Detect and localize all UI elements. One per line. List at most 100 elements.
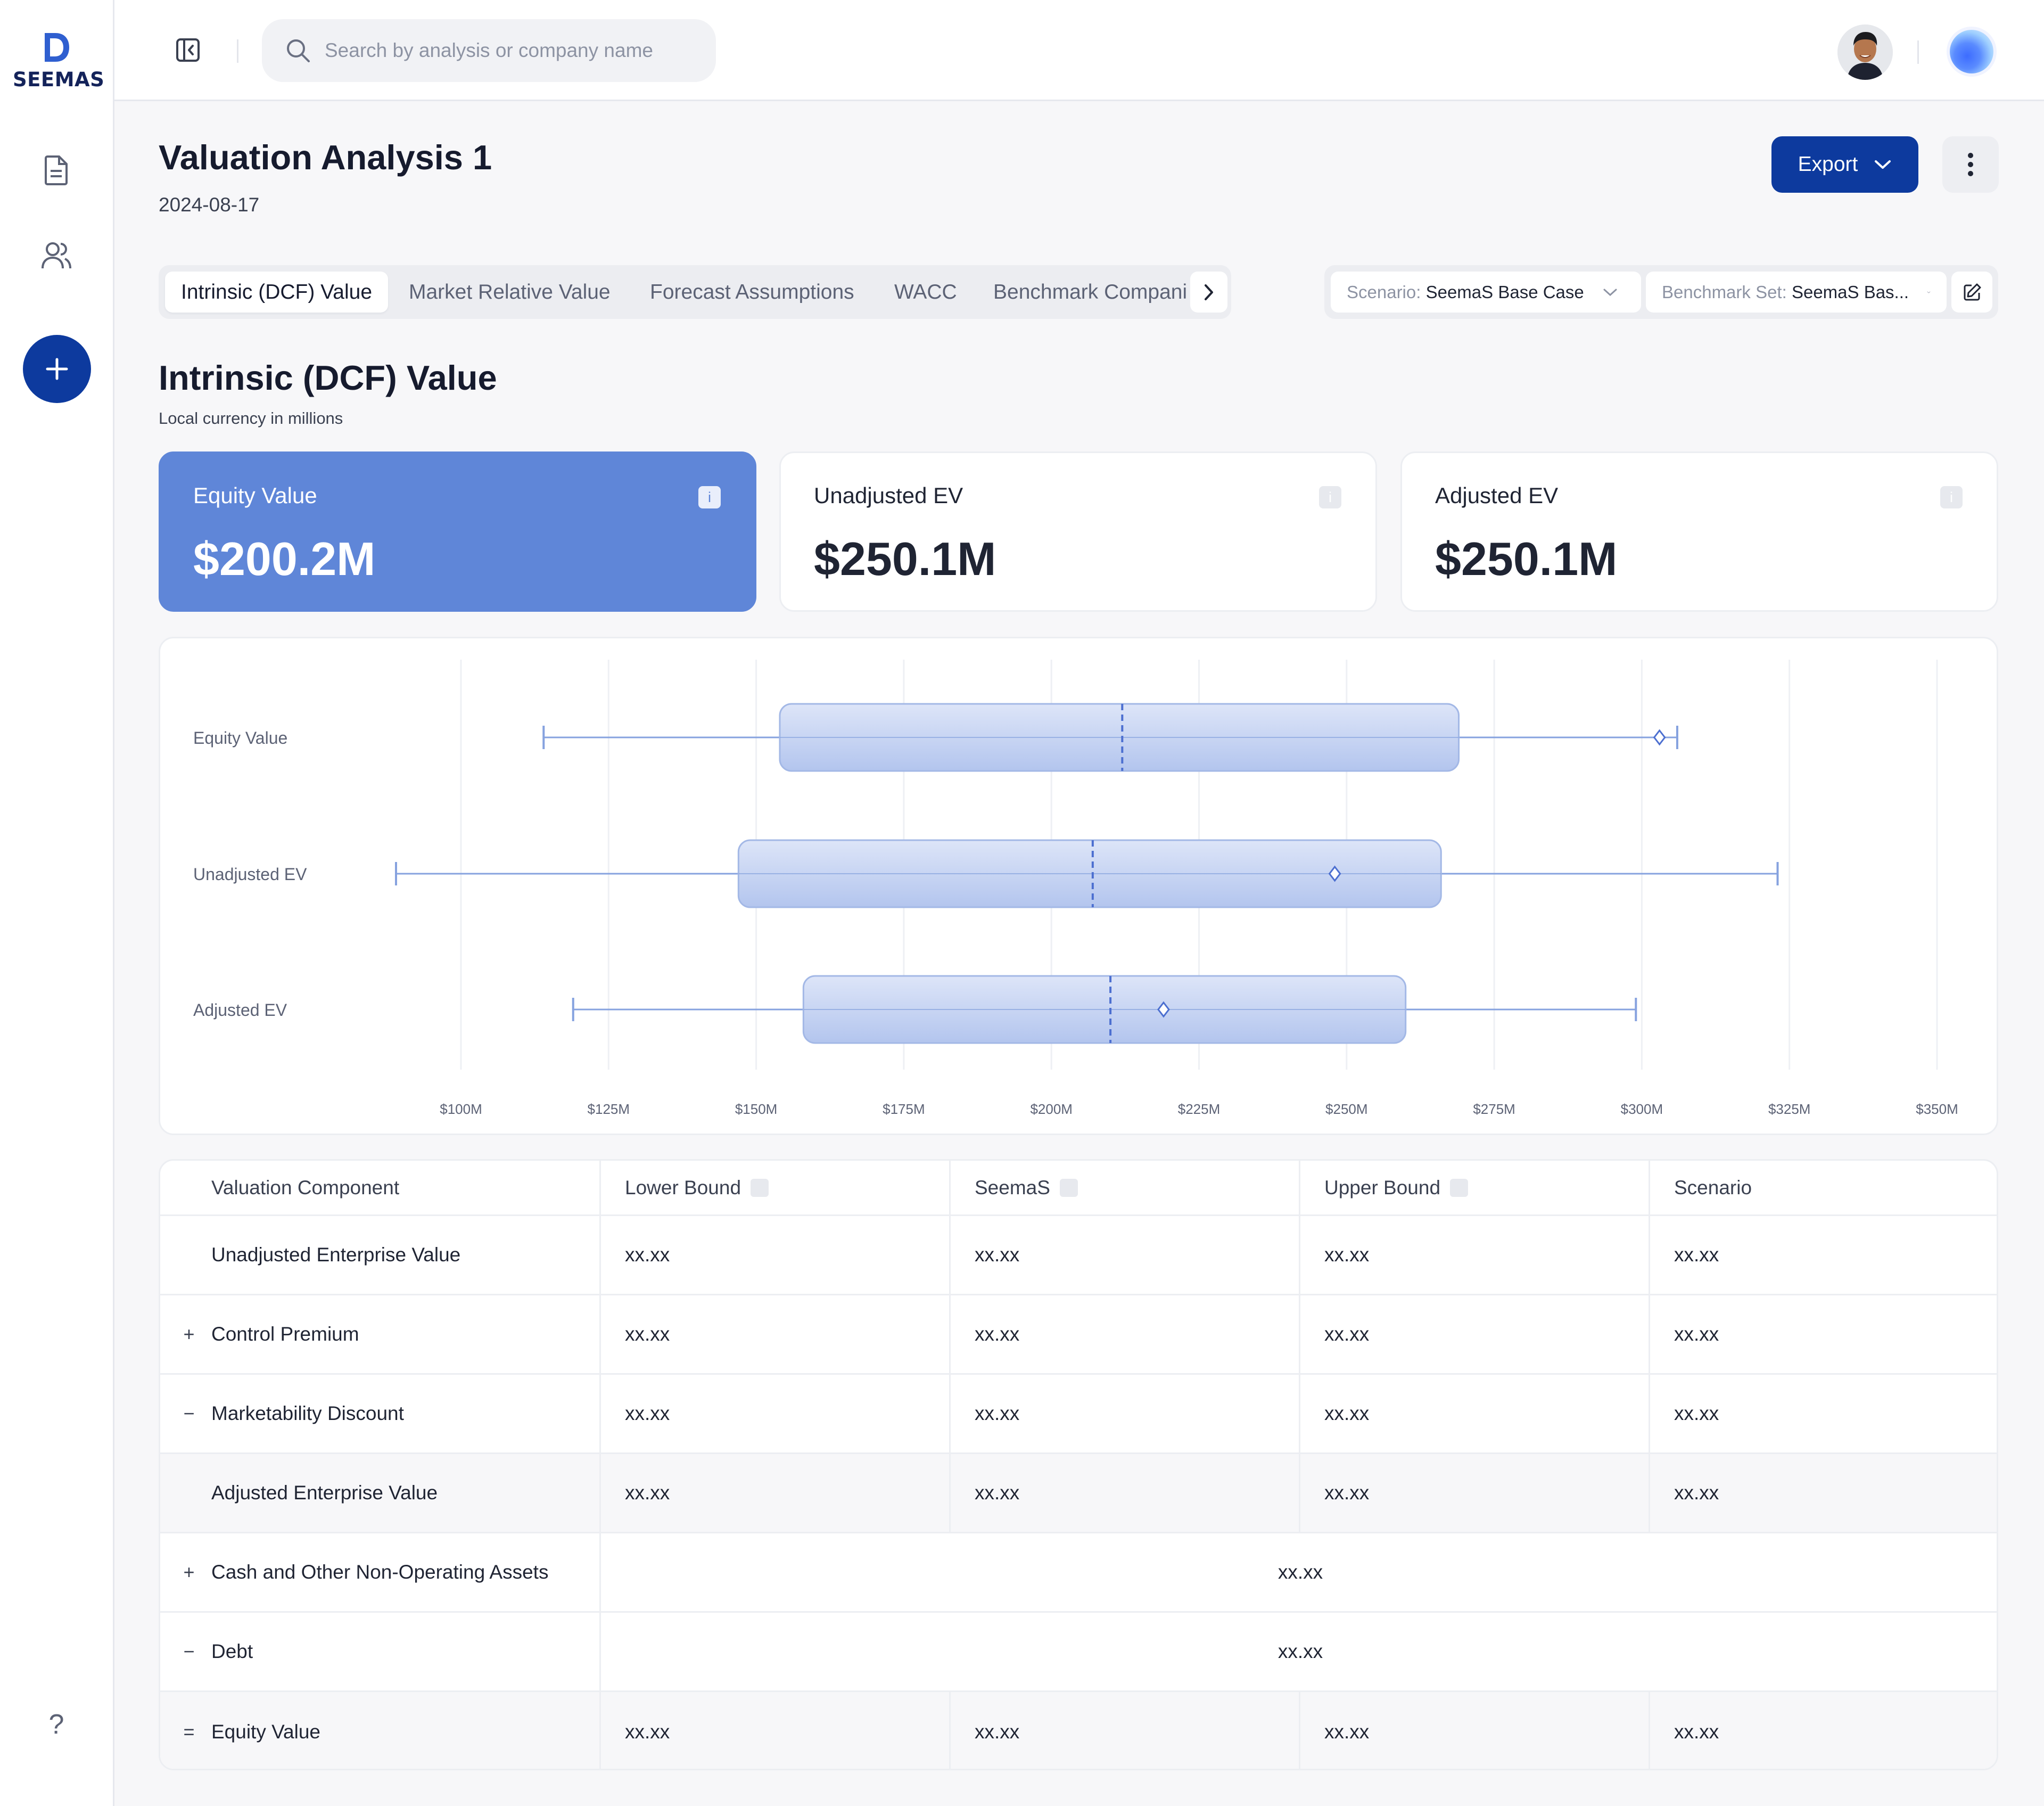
row-label: Control Premium <box>211 1323 359 1345</box>
cell-merged-value: xx.xx <box>599 1533 1997 1611</box>
row-label: Marketability Discount <box>211 1402 404 1424</box>
table-row: = Equity Value xx.xx xx.xx xx.xx xx.xx <box>160 1690 1997 1769</box>
kpi-value: $200.2M <box>193 532 376 585</box>
cell-lower-bound: xx.xx <box>599 1692 949 1769</box>
section-subtitle: Local currency in millions <box>159 409 343 428</box>
edit-icon <box>1964 283 1981 300</box>
sidebar-toggle-icon[interactable] <box>173 35 203 65</box>
kebab-menu-icon <box>1968 153 1973 176</box>
kpi-label: Unadjusted EV <box>814 483 963 508</box>
table-row[interactable]: + Cash and Other Non-Operating Assets xx… <box>160 1532 1997 1611</box>
tab-scroll-next-button[interactable] <box>1190 272 1227 313</box>
table-row[interactable]: − Debt xx.xx <box>160 1611 1997 1690</box>
row-label: Unadjusted Enterprise Value <box>211 1244 461 1266</box>
kpi-value: $250.1M <box>814 532 996 585</box>
x-tick-label: $275M <box>1473 1101 1515 1117</box>
chevron-down-icon <box>1927 291 1931 293</box>
tab-intrinsic-dcf-value[interactable]: Intrinsic (DCF) Value <box>165 272 389 313</box>
x-tick-label: $100M <box>440 1101 482 1117</box>
scenario-label: Scenario: <box>1347 282 1421 302</box>
benchmark-value: SeemaS Bas... <box>1791 282 1909 302</box>
cell-lower-bound: xx.xx <box>599 1375 949 1452</box>
scenario-value: SeemaS Base Case <box>1425 282 1584 302</box>
header-scenario: Scenario <box>1649 1161 1997 1214</box>
category-label: Adjusted EV <box>193 1000 287 1020</box>
table-row[interactable]: − Marketability Discount xx.xx xx.xx xx.… <box>160 1373 1997 1452</box>
cell-merged-value: xx.xx <box>599 1613 1997 1690</box>
cell-upper-bound: xx.xx <box>1299 1692 1649 1769</box>
header-lower-bound: Lower Bound <box>599 1161 949 1214</box>
mean-marker <box>1653 729 1666 746</box>
x-tick-label: $325M <box>1768 1101 1811 1117</box>
row-label: Cash and Other Non-Operating Assets <box>211 1561 549 1583</box>
category-label: Equity Value <box>193 728 287 748</box>
table-header-row: Valuation Component Lower Bound SeemaS U… <box>160 1161 1997 1214</box>
cell-upper-bound: xx.xx <box>1299 1216 1649 1294</box>
export-label: Export <box>1798 153 1858 176</box>
help-icon[interactable]: ? <box>38 1706 75 1743</box>
kpi-card-adjusted-ev[interactable]: Adjusted EV $250.1M i <box>1400 451 1998 612</box>
category-label: Unadjusted EV <box>193 865 307 884</box>
info-icon[interactable] <box>1450 1178 1469 1197</box>
add-button[interactable] <box>23 335 91 403</box>
page-title: Valuation Analysis 1 <box>159 138 492 177</box>
sidebar: SEEMAS ? <box>0 0 114 1806</box>
valuation-table: Valuation Component Lower Bound SeemaS U… <box>159 1159 1998 1770</box>
benchmark-set-select[interactable]: Benchmark Set: SeemaS Bas... <box>1646 272 1947 313</box>
search-input[interactable] <box>325 39 697 62</box>
documents-icon[interactable] <box>38 152 75 188</box>
tab-benchmark-companies[interactable]: Benchmark Compani <box>993 272 1187 313</box>
cell-seemas: xx.xx <box>949 1295 1299 1373</box>
header-label: Upper Bound <box>1324 1176 1441 1198</box>
more-options-button[interactable] <box>1942 136 1999 193</box>
scenario-select[interactable]: Scenario: SeemaS Base Case <box>1331 272 1641 313</box>
assistant-orb-icon[interactable] <box>1950 30 1993 73</box>
chevron-down-icon <box>1603 289 1617 296</box>
x-tick-label: $175M <box>883 1101 925 1117</box>
kpi-card-unadjusted-ev[interactable]: Unadjusted EV $250.1M i <box>779 451 1377 612</box>
tab-wacc[interactable]: WACC <box>894 272 957 313</box>
box-plot-card: $100M $125M $150M $175M $200M $225M $250M $275M… <box>159 637 1998 1135</box>
x-tick-label: $225M <box>1178 1101 1221 1117</box>
cell-scenario: xx.xx <box>1649 1216 1997 1294</box>
info-icon[interactable] <box>1059 1178 1078 1197</box>
export-button[interactable]: Export <box>1771 136 1918 193</box>
logo-text: SEEMAS <box>13 68 105 91</box>
chevron-down-icon <box>1875 160 1891 169</box>
kpi-value: $250.1M <box>1435 532 1618 585</box>
plus-icon <box>46 358 68 380</box>
page-date: 2024-08-17 <box>159 194 260 216</box>
users-icon[interactable] <box>38 237 75 274</box>
cell-upper-bound: xx.xx <box>1299 1375 1649 1452</box>
edit-button[interactable] <box>1951 272 1992 313</box>
cell-seemas: xx.xx <box>949 1692 1299 1769</box>
cell-seemas: xx.xx <box>949 1454 1299 1532</box>
info-icon[interactable]: i <box>698 486 721 508</box>
tab-market-relative-value[interactable]: Market Relative Value <box>409 272 611 313</box>
tab-forecast-assumptions[interactable]: Forecast Assumptions <box>650 272 854 313</box>
row-label: Adjusted Enterprise Value <box>211 1482 438 1504</box>
divider <box>237 39 238 63</box>
header-label: SeemaS <box>975 1176 1050 1198</box>
tab-bar: Intrinsic (DCF) Value Market Relative Va… <box>159 265 1231 319</box>
x-tick-label: $150M <box>735 1101 778 1117</box>
search-bar[interactable] <box>262 19 716 82</box>
info-icon[interactable] <box>751 1178 769 1197</box>
table-row[interactable]: + Control Premium xx.xx xx.xx xx.xx xx.x… <box>160 1294 1997 1373</box>
table-row: Unadjusted Enterprise Value xx.xx xx.xx … <box>160 1214 1997 1294</box>
x-tick-label: $200M <box>1030 1101 1073 1117</box>
cell-scenario: xx.xx <box>1649 1692 1997 1769</box>
cell-seemas: xx.xx <box>949 1375 1299 1452</box>
cell-lower-bound: xx.xx <box>599 1216 949 1294</box>
info-icon[interactable]: i <box>1319 486 1341 508</box>
info-icon[interactable]: i <box>1940 486 1963 508</box>
kpi-label: Adjusted EV <box>1435 483 1559 508</box>
header-seemas: SeemaS <box>949 1161 1299 1214</box>
cell-lower-bound: xx.xx <box>599 1454 949 1532</box>
x-tick-label: $300M <box>1621 1101 1663 1117</box>
kpi-card-equity-value[interactable]: Equity Value $200.2M i <box>159 451 756 612</box>
x-tick-label: $125M <box>588 1101 630 1117</box>
search-icon <box>287 39 310 62</box>
chevron-right-icon <box>1205 284 1213 300</box>
avatar[interactable] <box>1837 24 1893 80</box>
